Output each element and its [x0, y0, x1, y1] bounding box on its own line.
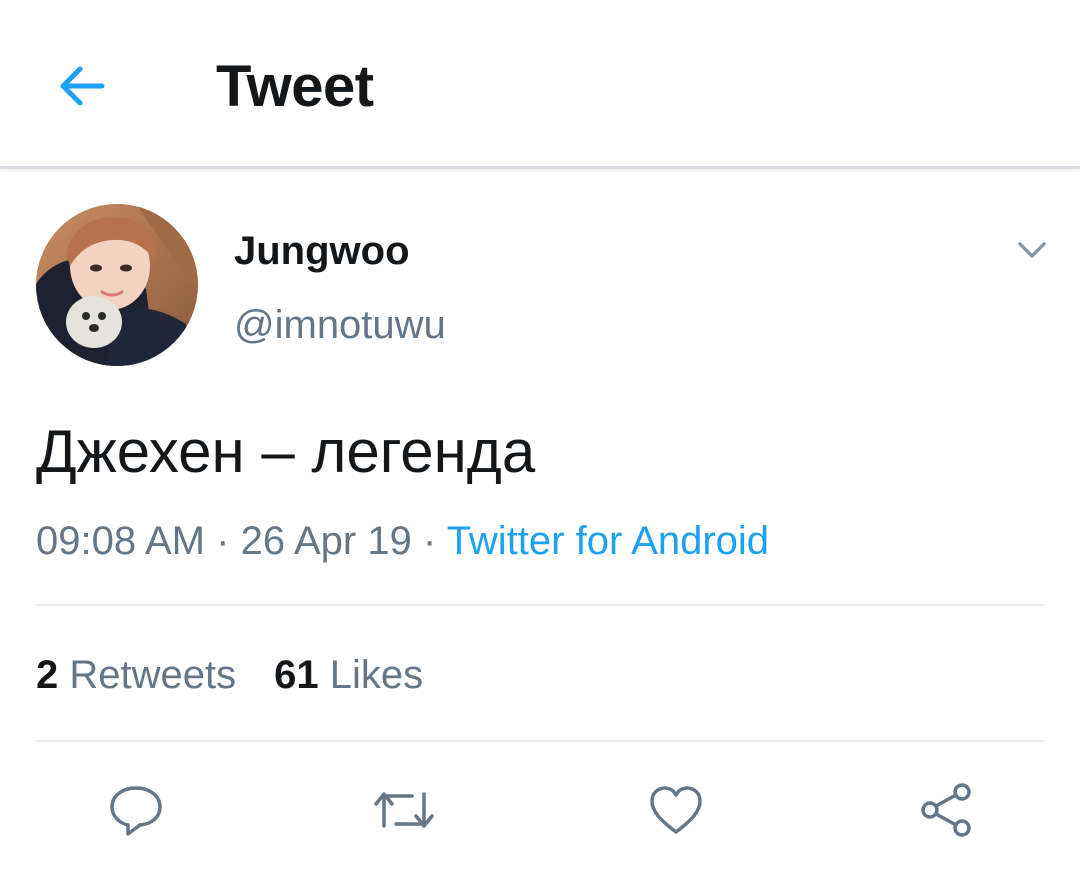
- avatar[interactable]: [36, 204, 198, 366]
- likes-count: 61: [274, 653, 319, 697]
- top-app-bar: Tweet: [0, 0, 1080, 169]
- back-button[interactable]: [50, 54, 114, 118]
- share-icon: [921, 783, 971, 837]
- tweet-stats: 2 Retweets 61 Likes: [36, 648, 423, 702]
- tweet-detail-screen: Tweet Jungwoo @imnotuwu Джехен – легенда…: [0, 0, 1080, 890]
- likes-stat[interactable]: 61 Likes: [274, 653, 423, 697]
- retweets-label: Retweets: [69, 653, 237, 697]
- heart-icon: [650, 786, 702, 834]
- profile-photo: [36, 204, 198, 366]
- like-button[interactable]: [644, 778, 708, 842]
- tweet-time: 09:08 AM: [36, 519, 206, 563]
- divider: [36, 604, 1044, 606]
- reply-button[interactable]: [104, 778, 168, 842]
- tweet-source-link[interactable]: Twitter for Android: [447, 519, 769, 563]
- likes-label: Likes: [329, 653, 424, 697]
- retweets-stat[interactable]: 2 Retweets: [36, 653, 236, 697]
- tweet-menu-button[interactable]: [1008, 226, 1056, 274]
- chevron-down-icon: [1018, 242, 1046, 258]
- meta-separator: ·: [422, 519, 437, 563]
- retweets-count: 2: [36, 653, 59, 697]
- tweet-text: Джехен – легенда: [36, 418, 536, 485]
- divider: [36, 740, 1044, 742]
- share-button[interactable]: [914, 778, 978, 842]
- arrow-left-icon: [60, 66, 105, 106]
- tweet-date: 26 Apr 19: [240, 519, 412, 563]
- reply-icon: [110, 786, 162, 836]
- retweet-icon: [374, 792, 434, 828]
- retweet-button[interactable]: [372, 778, 436, 842]
- author-handle[interactable]: @imnotuwu: [234, 300, 446, 350]
- meta-separator: ·: [216, 519, 230, 563]
- author-display-name[interactable]: Jungwoo: [234, 226, 410, 276]
- tweet-metadata: 09:08 AM · 26 Apr 19 · Twitter for Andro…: [36, 514, 769, 568]
- page-title: Tweet: [216, 54, 374, 119]
